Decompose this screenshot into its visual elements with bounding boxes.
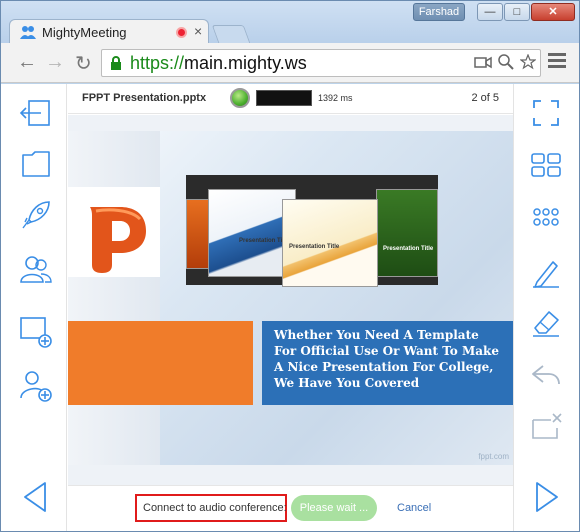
mighty-meeting-app: FPPT Presentation.pptx 1392 ms 2 of 5 Pr… xyxy=(1,84,579,531)
address-bar[interactable]: https://main.mighty.ws xyxy=(101,49,541,77)
left-sidebar xyxy=(1,84,67,531)
omnibox-icons xyxy=(474,54,536,70)
reload-button[interactable]: ↻ xyxy=(75,51,92,76)
cancel-link[interactable]: Cancel xyxy=(397,502,431,514)
add-user-icon[interactable] xyxy=(19,368,53,402)
close-button[interactable]: ✕ xyxy=(531,3,575,21)
headline-line: A Nice Presentation For College, xyxy=(274,360,494,374)
tab-close-icon[interactable]: × xyxy=(194,23,202,39)
grid-small-icon[interactable] xyxy=(529,200,563,234)
url-host: main.mighty.ws xyxy=(184,53,307,73)
star-icon[interactable] xyxy=(520,54,536,70)
template-thumbnails: Presentation Title Presentation Title Pr… xyxy=(186,175,438,287)
tab-title: MightyMeeting xyxy=(42,25,127,40)
contacts-icon[interactable] xyxy=(19,252,53,286)
add-screen-icon[interactable] xyxy=(19,314,53,348)
please-wait-button[interactable]: Please wait ... xyxy=(291,495,377,521)
browser-window: MightyMeeting × Farshad — □ ✕ ← → ↻ http… xyxy=(0,0,580,532)
headline-line: Whether You Need A Template xyxy=(274,328,479,342)
grid-large-icon[interactable] xyxy=(529,148,563,182)
pen-icon[interactable] xyxy=(529,256,563,290)
presentation-info-bar: FPPT Presentation.pptx 1392 ms 2 of 5 xyxy=(68,84,513,114)
people-icon xyxy=(20,26,36,39)
tab-mightymeeting[interactable]: MightyMeeting × xyxy=(9,19,209,45)
browser-toolbar: ← → ↻ https://main.mighty.ws xyxy=(1,43,579,83)
headline-line: For Official Use Or Want To Make xyxy=(274,344,499,358)
latency-text: 1392 ms xyxy=(318,93,353,103)
back-button[interactable]: ← xyxy=(17,51,37,74)
slide: Presentation Title Presentation Title Pr… xyxy=(68,131,513,465)
title-bar: MightyMeeting × Farshad — □ ✕ xyxy=(1,1,579,45)
slide-left-panel xyxy=(68,131,160,465)
right-sidebar xyxy=(513,84,579,531)
thumbnail-green: Presentation Title xyxy=(376,189,438,277)
orange-band xyxy=(68,321,253,405)
exit-icon[interactable] xyxy=(19,96,53,130)
clear-icon[interactable] xyxy=(529,410,563,444)
file-name: FPPT Presentation.pptx xyxy=(82,92,207,104)
thumbnail-gold: Presentation Title xyxy=(282,199,378,287)
rocket-icon[interactable] xyxy=(19,198,53,232)
headline-box: Whether You Need A Template For Official… xyxy=(262,321,513,405)
slide-stage[interactable]: Presentation Title Presentation Title Pr… xyxy=(68,115,513,485)
hamburger-menu-icon[interactable] xyxy=(548,53,566,69)
headline-line: We Have You Covered xyxy=(274,376,420,390)
eraser-icon[interactable] xyxy=(529,306,563,340)
new-tab-button[interactable] xyxy=(211,25,251,43)
watermark: fppt.com xyxy=(478,452,509,461)
lock-icon xyxy=(111,56,121,70)
page-indicator: 2 of 5 xyxy=(471,92,499,104)
camera-icon[interactable] xyxy=(474,54,492,70)
undo-icon[interactable] xyxy=(529,358,563,392)
minimize-button[interactable]: — xyxy=(477,3,503,21)
thumbnail-title: Presentation Title xyxy=(289,244,340,250)
forward-button[interactable]: → xyxy=(45,51,65,74)
fullscreen-icon[interactable] xyxy=(529,96,563,130)
folder-icon[interactable] xyxy=(19,146,53,180)
recording-indicator-icon xyxy=(176,27,187,38)
audio-level-meter xyxy=(256,90,312,106)
previous-slide-icon[interactable] xyxy=(19,480,53,514)
url-text: https://main.mighty.ws xyxy=(130,53,307,74)
powerpoint-logo xyxy=(68,187,160,277)
next-slide-icon[interactable] xyxy=(529,480,563,514)
zoom-icon[interactable] xyxy=(498,54,514,70)
audio-bar: Connect to audio conference: Please wait… xyxy=(68,485,513,531)
maximize-button[interactable]: □ xyxy=(504,3,530,21)
audio-prompt: Connect to audio conference: xyxy=(135,494,287,522)
connection-status-icon xyxy=(230,88,250,108)
thumbnail-title: Presentation Title xyxy=(383,246,434,252)
user-badge[interactable]: Farshad xyxy=(413,3,465,21)
url-scheme: https:// xyxy=(130,53,185,73)
